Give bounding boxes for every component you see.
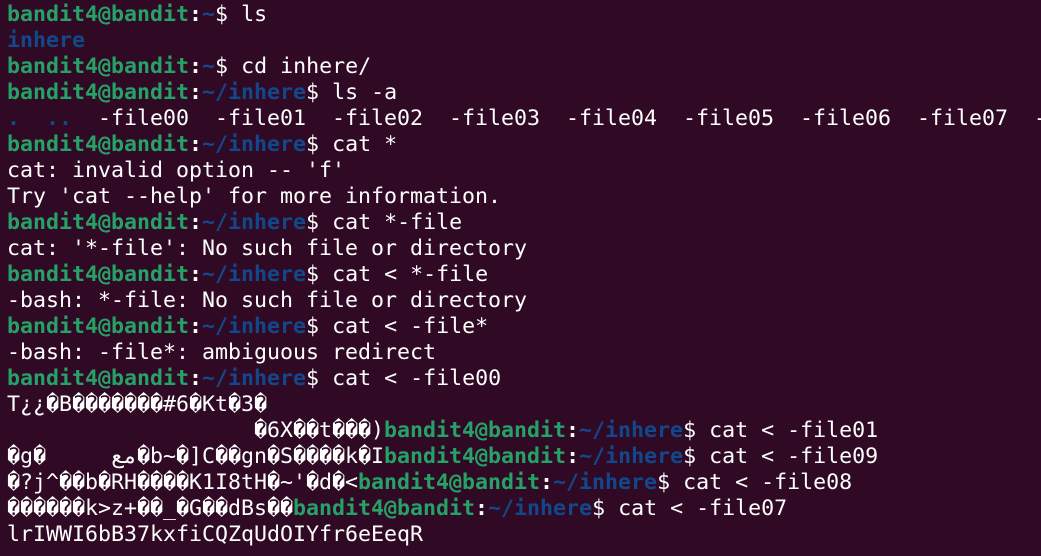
prompt-symbol: $ bbox=[215, 2, 229, 27]
binary-output: T¿¿�B�������#6�Kt�3� bbox=[7, 392, 268, 417]
prompt-colon: : bbox=[189, 80, 203, 105]
prompt-symbol: $ bbox=[683, 444, 697, 469]
command-text: cat < *-file bbox=[319, 262, 489, 287]
prompt-path: ~/inhere bbox=[202, 80, 307, 105]
prompt-path: ~/inhere bbox=[202, 366, 307, 391]
output-text: cat: '*-file': No such file or directory bbox=[7, 236, 528, 261]
terminal-line: Try 'cat --help' for more information. bbox=[7, 184, 1041, 210]
prompt-user-host: bandit4@bandit bbox=[7, 54, 190, 79]
terminal-line: -bash: *-file: No such file or directory bbox=[7, 288, 1041, 314]
prompt-user-host: bandit4@bandit bbox=[7, 210, 190, 235]
command-text: cat < -file00 bbox=[319, 366, 502, 391]
binary-output: �?j^��b�RH����K1I8tH�~'�d�< bbox=[7, 470, 359, 495]
terminal-line: bandit4@bandit:~/inhere$ cat < -file00 bbox=[7, 366, 1041, 392]
prompt-colon: : bbox=[566, 444, 580, 469]
prompt-symbol: $ bbox=[306, 80, 320, 105]
directory-name: inhere bbox=[7, 28, 86, 53]
prompt-user-host: bandit4@bandit bbox=[7, 314, 190, 339]
command-text: ls bbox=[228, 2, 268, 27]
prompt-path: ~/inhere bbox=[553, 470, 658, 495]
terminal-line: �6X��t���)bandit4@bandit:~/inhere$ cat <… bbox=[7, 418, 1041, 444]
terminal-line: �?j^��b�RH����K1I8tH�~'�d�<bandit4@bandi… bbox=[7, 470, 1041, 496]
command-text: cat * bbox=[319, 132, 398, 157]
prompt-user-host: bandit4@bandit bbox=[7, 366, 190, 391]
command-text: ls -a bbox=[319, 80, 398, 105]
prompt-colon: : bbox=[189, 132, 203, 157]
prompt-user-host: bandit4@bandit bbox=[7, 2, 190, 27]
terminal-line: ������k>z+��_�G��dBs��bandit4@bandit:~/i… bbox=[7, 496, 1041, 522]
terminal-line: bandit4@bandit:~$ cd inhere/ bbox=[7, 54, 1041, 80]
prompt-user-host: bandit4@bandit bbox=[384, 444, 567, 469]
command-text: cat < -file* bbox=[319, 314, 489, 339]
terminal-line: cat: invalid option -- 'f' bbox=[7, 158, 1041, 184]
terminal-line: cat: '*-file': No such file or directory bbox=[7, 236, 1041, 262]
command-text: cat < -file08 bbox=[670, 470, 853, 495]
prompt-path: ~/inhere bbox=[579, 418, 684, 443]
prompt-user-host: bandit4@bandit bbox=[358, 470, 541, 495]
prompt-path: ~/inhere bbox=[488, 496, 593, 521]
prompt-colon: : bbox=[189, 2, 203, 27]
prompt-symbol: $ bbox=[306, 314, 320, 339]
prompt-colon: : bbox=[189, 314, 203, 339]
prompt-symbol: $ bbox=[683, 418, 697, 443]
command-text: cd inhere/ bbox=[228, 54, 372, 79]
prompt-user-host: bandit4@bandit bbox=[7, 132, 190, 157]
terminal-line: �g� مع�b~�]C��gn�S����k�Ibandit4@bandit:… bbox=[7, 444, 1041, 470]
prompt-path: ~/inhere bbox=[202, 210, 307, 235]
password-output: lrIWWI6bB37kxfiCQZqUdOIYfr6eEeqR bbox=[7, 522, 424, 547]
prompt-symbol: $ bbox=[306, 210, 320, 235]
prompt-path: ~ bbox=[202, 54, 216, 79]
dot-directories: . .. bbox=[7, 106, 73, 131]
output-text: Try 'cat --help' for more information. bbox=[7, 184, 502, 209]
terminal-line: -bash: -file*: ambiguous redirect bbox=[7, 340, 1041, 366]
prompt-user-host: bandit4@bandit bbox=[7, 262, 190, 287]
terminal-line: bandit4@bandit:~/inhere$ ls -a bbox=[7, 80, 1041, 106]
terminal-window[interactable]: bandit4@bandit:~$ ls inhere bandit4@band… bbox=[0, 0, 1041, 556]
prompt-colon: : bbox=[566, 418, 580, 443]
terminal-line: lrIWWI6bB37kxfiCQZqUdOIYfr6eEeqR bbox=[7, 522, 1041, 548]
prompt-symbol: $ bbox=[306, 262, 320, 287]
prompt-colon: : bbox=[475, 496, 489, 521]
binary-output: ������k>z+��_�G��dBs�� bbox=[7, 496, 294, 521]
prompt-colon: : bbox=[189, 366, 203, 391]
terminal-line: bandit4@bandit:~/inhere$ cat *-file bbox=[7, 210, 1041, 236]
prompt-colon: : bbox=[189, 210, 203, 235]
file-listing: -file00 -file01 -file02 -file03 -file04 … bbox=[72, 106, 1041, 131]
output-text: cat: invalid option -- 'f' bbox=[7, 158, 346, 183]
prompt-symbol: $ bbox=[215, 54, 229, 79]
prompt-user-host: bandit4@bandit bbox=[293, 496, 476, 521]
prompt-colon: : bbox=[540, 470, 554, 495]
terminal-line: T¿¿�B�������#6�Kt�3� bbox=[7, 392, 1041, 418]
terminal-line: bandit4@bandit:~$ ls bbox=[7, 2, 1041, 28]
prompt-path: ~ bbox=[202, 2, 216, 27]
terminal-line: bandit4@bandit:~/inhere$ cat < *-file bbox=[7, 262, 1041, 288]
terminal-line: bandit4@bandit:~/inhere$ cat * bbox=[7, 132, 1041, 158]
prompt-symbol: $ bbox=[592, 496, 606, 521]
prompt-path: ~/inhere bbox=[202, 314, 307, 339]
terminal-line: inhere bbox=[7, 28, 1041, 54]
output-text: -bash: *-file: No such file or directory bbox=[7, 288, 528, 313]
binary-output: �6X��t���) bbox=[7, 418, 385, 443]
command-text: cat *-file bbox=[319, 210, 463, 235]
command-text: cat < -file07 bbox=[605, 496, 788, 521]
prompt-symbol: $ bbox=[306, 366, 320, 391]
command-text: cat < -file09 bbox=[696, 444, 879, 469]
prompt-symbol: $ bbox=[306, 132, 320, 157]
output-text: -bash: -file*: ambiguous redirect bbox=[7, 340, 437, 365]
terminal-line: . .. -file00 -file01 -file02 -file03 -fi… bbox=[7, 106, 1041, 132]
binary-output: �g� مع�b~�]C��gn�S����k�I bbox=[7, 444, 385, 469]
prompt-path: ~/inhere bbox=[579, 444, 684, 469]
prompt-colon: : bbox=[189, 262, 203, 287]
command-text: cat < -file01 bbox=[696, 418, 879, 443]
prompt-symbol: $ bbox=[657, 470, 671, 495]
prompt-colon: : bbox=[189, 54, 203, 79]
prompt-user-host: bandit4@bandit bbox=[7, 80, 190, 105]
terminal-line: bandit4@bandit:~/inhere$ cat < -file* bbox=[7, 314, 1041, 340]
prompt-user-host: bandit4@bandit bbox=[384, 418, 567, 443]
prompt-path: ~/inhere bbox=[202, 262, 307, 287]
prompt-path: ~/inhere bbox=[202, 132, 307, 157]
